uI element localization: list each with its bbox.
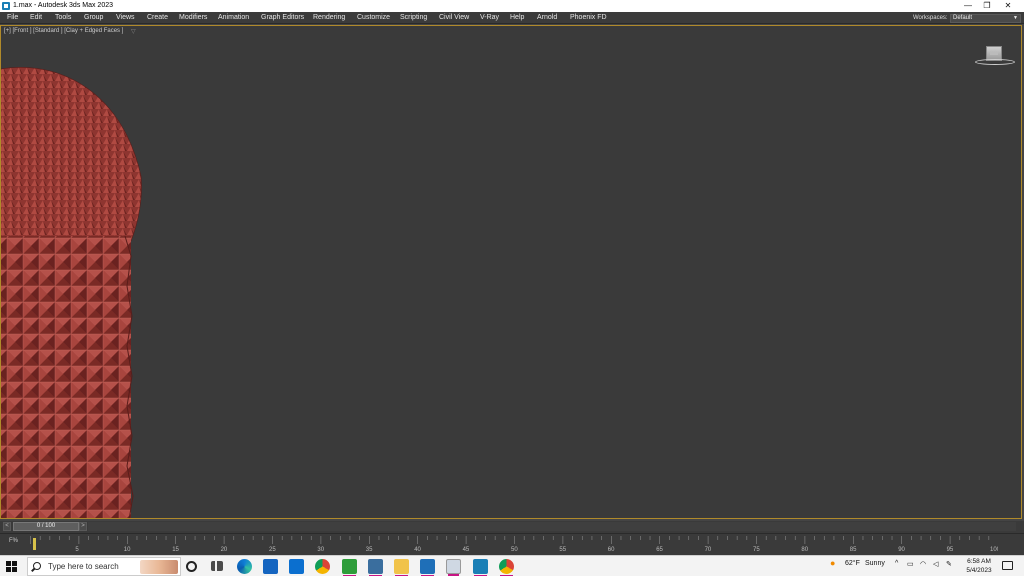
ruler-tick-label: 65 <box>656 547 663 553</box>
ruler-tick-label: 100 <box>990 547 998 553</box>
menu-views[interactable]: Views <box>116 13 135 23</box>
ruler-tick-label: 75 <box>753 547 760 553</box>
volume-icon[interactable]: ◁ <box>933 560 938 568</box>
3d-model[interactable] <box>0 46 151 519</box>
weather-icon[interactable]: ● <box>830 558 835 568</box>
chrome2-icon[interactable] <box>499 559 514 576</box>
ruler-tick-label: 25 <box>269 547 276 553</box>
menu-scripting[interactable]: Scripting <box>400 13 427 23</box>
ruler-tick-label: 5 <box>75 547 79 553</box>
current-frame-marker[interactable] <box>33 538 36 550</box>
ruler-tick-label: 85 <box>850 547 857 553</box>
ruler-tick-label: 40 <box>414 547 421 553</box>
menu-arnold[interactable]: Arnold <box>537 13 557 23</box>
photos-icon[interactable] <box>420 559 435 576</box>
ruler-ticks: 5 10 15 20 25 30 35 40 45 50 55 60 65 70 75 80 85 90 95 100 <box>30 536 998 553</box>
viewcube-ring[interactable] <box>975 59 1015 65</box>
network-icon[interactable]: ▭ <box>907 560 914 568</box>
tray-chevron-icon[interactable]: ^ <box>895 560 898 567</box>
menu-graph-editors[interactable]: Graph Editors <box>261 13 304 23</box>
task-view-icon[interactable] <box>211 561 223 571</box>
ruler-tick-label: 70 <box>705 547 712 553</box>
ruler-tick-label: 55 <box>559 547 566 553</box>
ruler-tick-label: 20 <box>221 547 228 553</box>
menu-modifiers[interactable]: Modifiers <box>179 13 207 23</box>
time-slider: < 0 / 100 > <box>0 521 1024 533</box>
menu-help[interactable]: Help <box>510 13 524 23</box>
time-slider-track[interactable] <box>88 522 1016 531</box>
prev-frame-button[interactable]: < <box>3 522 11 531</box>
windows-start-icon[interactable] <box>6 561 17 572</box>
ruler-tick-label: 90 <box>898 547 905 553</box>
weather-desc[interactable]: Sunny <box>865 560 885 567</box>
app-icon[interactable] <box>368 559 383 576</box>
pen-icon[interactable]: ✎ <box>946 560 952 568</box>
clock-time: 6:58 AM <box>967 558 991 565</box>
window-titlebar: 1.max - Autodesk 3ds Max 2023 — ❐ ✕ <box>0 0 1024 12</box>
track-bar: F% 5 10 15 20 25 30 35 40 45 50 55 60 65 70 75 80 85 90 95… <box>0 533 1024 555</box>
workspaces-dropdown[interactable]: Default ▼ <box>950 14 1021 23</box>
front-viewport[interactable]: [+] [Front ] [Standard ] [Clay + Edged F… <box>0 25 1022 519</box>
mail-icon[interactable] <box>289 559 304 574</box>
menu-rendering[interactable]: Rendering <box>313 13 345 23</box>
filter-icon[interactable]: ▽ <box>131 28 136 35</box>
cortana-icon[interactable] <box>186 561 197 572</box>
menu-file[interactable]: File <box>7 13 18 23</box>
search-highlight-image <box>140 560 178 574</box>
menu-civil-view[interactable]: Civil View <box>439 13 469 23</box>
ruler-tick-label: 50 <box>511 547 518 553</box>
menu-phoenix-fd[interactable]: Phoenix FD <box>570 13 607 23</box>
time-slider-thumb[interactable]: 0 / 100 <box>13 522 79 531</box>
ruler-tick-label: 60 <box>608 547 615 553</box>
edge-icon[interactable] <box>237 559 252 574</box>
ruler-tick-label: 95 <box>947 547 954 553</box>
next-frame-button[interactable]: > <box>79 522 87 531</box>
menu-customize[interactable]: Customize <box>357 13 390 23</box>
menu-vray[interactable]: V-Ray <box>480 13 499 23</box>
3dsmax-app-icon <box>2 2 10 10</box>
ruler-tick-label: 30 <box>317 547 324 553</box>
ruler-tick-label: 45 <box>463 547 470 553</box>
window-title: 1.max - Autodesk 3ds Max 2023 <box>13 2 113 9</box>
restore-button[interactable]: ❐ <box>978 0 996 12</box>
ruler-tick-label: 80 <box>801 547 808 553</box>
file-explorer-icon[interactable] <box>394 559 409 576</box>
menu-tools[interactable]: Tools <box>55 13 71 23</box>
workspaces-label: Workspaces: <box>913 15 948 21</box>
windows-taskbar: Type here to search ● 62°F Sunny ^ ▭ ◠ ◁… <box>0 555 1024 576</box>
ruler-tick-label: 10 <box>124 547 131 553</box>
frame-ruler[interactable]: 5 10 15 20 25 30 35 40 45 50 55 60 65 70 75 80 85 90 95 100 <box>30 536 998 554</box>
close-button[interactable]: ✕ <box>999 0 1017 12</box>
wifi-icon[interactable]: ◠ <box>920 560 926 568</box>
ruler-tick-label: 35 <box>366 547 373 553</box>
menu-create[interactable]: Create <box>147 13 168 23</box>
search-icon <box>33 562 41 570</box>
search-placeholder: Type here to search <box>48 562 119 571</box>
minimize-button[interactable]: — <box>959 0 977 12</box>
key-filter-icon[interactable]: F% <box>9 538 18 544</box>
camtasia-icon[interactable] <box>342 559 357 576</box>
menu-edit[interactable]: Edit <box>30 13 42 23</box>
menu-group[interactable]: Group <box>84 13 103 23</box>
ruler-tick-label: 15 <box>172 547 179 553</box>
weather-temp[interactable]: 62°F <box>845 560 860 567</box>
viewcube[interactable] <box>973 44 1017 74</box>
taskbar-clock[interactable]: 6:58 AM 5/4/2023 <box>963 557 995 575</box>
workspaces-value: Default <box>953 15 973 21</box>
clock-date: 5/4/2023 <box>966 567 992 574</box>
menu-animation[interactable]: Animation <box>218 13 249 23</box>
viewport-label[interactable]: [+] [Front ] [Standard ] [Clay + Edged F… <box>4 28 123 34</box>
chrome-icon[interactable] <box>315 559 330 574</box>
3dsmax-icon[interactable] <box>473 559 488 576</box>
notification-icon[interactable] <box>1002 561 1013 570</box>
app2-icon[interactable] <box>446 559 461 576</box>
chevron-down-icon: ▼ <box>1013 15 1018 21</box>
store-icon[interactable] <box>263 559 278 574</box>
taskbar-search-box[interactable]: Type here to search <box>27 557 181 576</box>
menu-bar: File Edit Tools Group Views Create Modif… <box>0 12 1024 24</box>
